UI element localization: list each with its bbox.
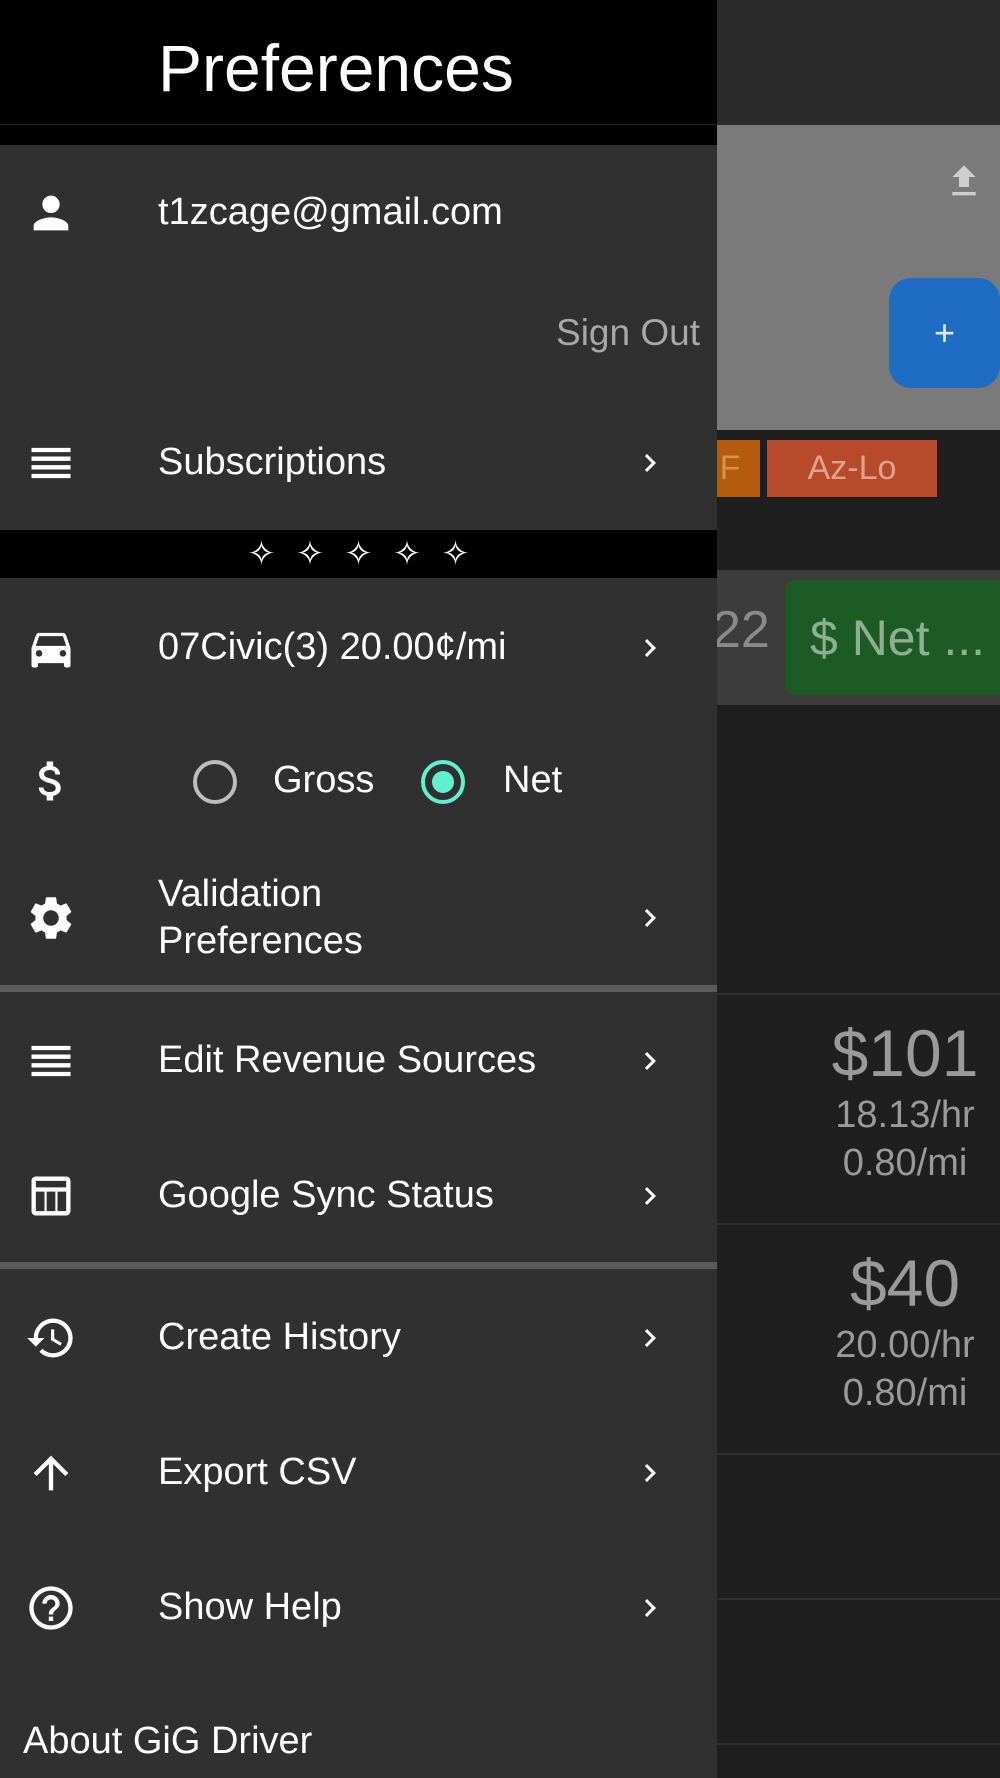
show-help-label: Show Help: [158, 1586, 342, 1628]
star-icon[interactable]: ✧: [441, 530, 470, 578]
upload-icon[interactable]: [944, 158, 984, 206]
chevron-right-icon: [632, 445, 668, 481]
chevron-right-icon: [632, 900, 668, 936]
menu-item-subscriptions[interactable]: Subscriptions: [0, 420, 717, 505]
add-fab-button[interactable]: +: [889, 278, 1000, 388]
account-row: t1zcage@gmail.com: [0, 170, 717, 255]
chevron-right-icon: [632, 1590, 668, 1626]
revenue-mode-row: Gross Net: [0, 745, 717, 820]
chip-az-lo[interactable]: Az-Lo: [767, 440, 937, 497]
star-icon[interactable]: ✧: [344, 530, 373, 578]
arrow-up-icon: [25, 1447, 77, 1499]
dollar-icon: [25, 755, 77, 807]
row-amount: $101: [831, 1016, 979, 1090]
section-divider: [0, 985, 717, 992]
row-rate-mi: 0.80/mi: [842, 1372, 968, 1414]
chevron-right-icon: [632, 630, 668, 666]
edit-revenue-sources-label: Edit Revenue Sources: [158, 1039, 537, 1081]
row-rate-hr: 18.13/hr: [835, 1094, 975, 1136]
help-circle-icon: [25, 1582, 77, 1634]
gear-icon: [25, 892, 77, 944]
row-rate-mi: 0.80/mi: [842, 1142, 968, 1184]
row-amount: $40: [849, 1246, 961, 1320]
drawer-title: Preferences: [158, 31, 514, 105]
preferences-drawer: Preferences t1zcage@gmail.com Sign Out S…: [0, 0, 717, 1778]
google-sync-status-label: Google Sync Status: [158, 1174, 494, 1216]
row-amount-block: $101 18.13/hr 0.80/mi: [820, 1015, 990, 1187]
menu-item-vehicle[interactable]: 07Civic(3) 20.00¢/mi: [0, 605, 717, 690]
radio-gross[interactable]: [193, 760, 237, 804]
radio-net[interactable]: [421, 760, 465, 804]
sign-out-button[interactable]: Sign Out: [520, 312, 700, 354]
row-amount-block: $40 20.00/hr 0.80/mi: [820, 1245, 990, 1417]
radio-gross-label[interactable]: Gross: [273, 759, 374, 802]
menu-item-show-help[interactable]: Show Help: [0, 1565, 717, 1650]
star-icon[interactable]: ✧: [247, 530, 276, 578]
radio-net-label[interactable]: Net: [503, 759, 562, 802]
rating-stars-bar[interactable]: ✧ ✧ ✧ ✧ ✧: [0, 530, 717, 578]
menu-item-create-history[interactable]: Create History: [0, 1295, 717, 1380]
history-icon: [25, 1312, 77, 1364]
account-email: t1zcage@gmail.com: [158, 191, 503, 233]
menu-item-export-csv[interactable]: Export CSV: [0, 1430, 717, 1515]
chevron-right-icon: [632, 1043, 668, 1079]
menu-item-edit-revenue-sources[interactable]: Edit Revenue Sources: [0, 1018, 717, 1103]
chevron-right-icon: [632, 1178, 668, 1214]
validation-preferences-line2: Preferences: [158, 919, 363, 962]
menu-lines-icon: [25, 1035, 77, 1087]
chip-net[interactable]: $ Net ...: [786, 580, 1000, 695]
background-band-number: 22: [712, 601, 770, 659]
star-icon[interactable]: ✧: [296, 530, 325, 578]
export-csv-label: Export CSV: [158, 1451, 357, 1493]
about-link[interactable]: About GiG Driver: [23, 1720, 312, 1763]
menu-lines-icon: [25, 437, 77, 489]
chevron-right-icon: [632, 1455, 668, 1491]
create-history-label: Create History: [158, 1316, 401, 1358]
star-icon[interactable]: ✧: [393, 530, 422, 578]
drawer-header: Preferences: [0, 0, 717, 145]
subscriptions-label: Subscriptions: [158, 441, 387, 483]
menu-item-google-sync-status[interactable]: Google Sync Status: [0, 1153, 717, 1238]
header-divider: [0, 124, 717, 125]
car-icon: [25, 622, 77, 674]
vehicle-label: 07Civic(3) 20.00¢/mi: [158, 626, 507, 668]
person-icon: [25, 187, 77, 239]
section-divider: [0, 1262, 717, 1269]
menu-item-validation-preferences[interactable]: Validation Preferences: [0, 870, 717, 965]
chevron-right-icon: [632, 1320, 668, 1356]
validation-preferences-label: Validation Preferences: [158, 871, 363, 965]
row-rate-hr: 20.00/hr: [835, 1324, 975, 1366]
table-icon: [25, 1170, 77, 1222]
validation-preferences-line1: Validation: [158, 872, 323, 915]
